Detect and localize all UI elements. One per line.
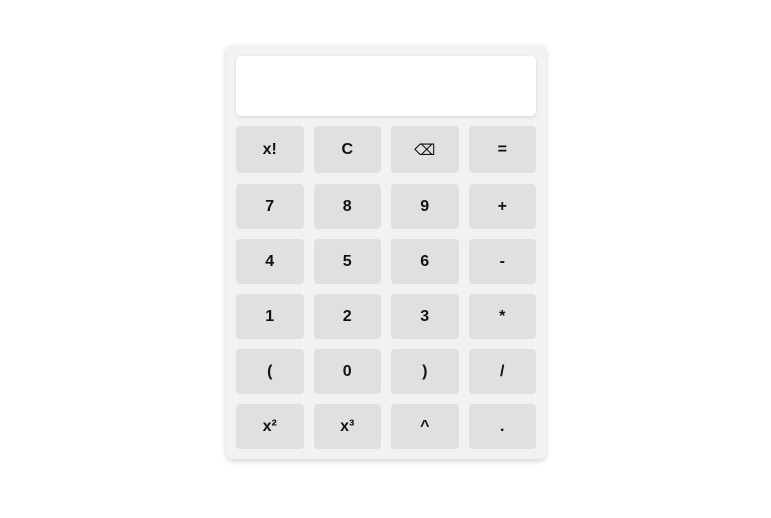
divide-button[interactable]: / (468, 349, 536, 394)
factorial-button[interactable]: x! (236, 126, 304, 173)
digit-2-button[interactable]: 2 (313, 294, 381, 339)
digit-9-button[interactable]: 9 (391, 184, 459, 229)
equals-button[interactable]: = (468, 126, 536, 173)
close-paren-button[interactable]: ) (391, 349, 459, 394)
digit-1-button[interactable]: 1 (236, 294, 304, 339)
plus-button[interactable]: + (468, 184, 536, 229)
calculator: x! C ⌫ = 7 8 9 + 4 5 6 - 1 2 3 * ( 0 ) /… (226, 45, 546, 459)
keypad: x! C ⌫ = 7 8 9 + 4 5 6 - 1 2 3 * ( 0 ) /… (236, 126, 536, 459)
minus-button[interactable]: - (468, 239, 536, 284)
backspace-icon: ⌫ (414, 140, 436, 159)
open-paren-button[interactable]: ( (236, 349, 304, 394)
cube-button[interactable]: x³ (313, 404, 381, 449)
digit-3-button[interactable]: 3 (391, 294, 459, 339)
digit-5-button[interactable]: 5 (313, 239, 381, 284)
decimal-point-button[interactable]: . (468, 404, 536, 449)
square-button[interactable]: x² (236, 404, 304, 449)
digit-4-button[interactable]: 4 (236, 239, 304, 284)
multiply-button[interactable]: * (468, 294, 536, 339)
digit-0-button[interactable]: 0 (313, 349, 381, 394)
clear-button[interactable]: C (313, 126, 381, 173)
digit-7-button[interactable]: 7 (236, 184, 304, 229)
power-button[interactable]: ^ (391, 404, 459, 449)
digit-8-button[interactable]: 8 (313, 184, 381, 229)
calculator-display (236, 56, 536, 116)
backspace-button[interactable]: ⌫ (391, 126, 459, 173)
digit-6-button[interactable]: 6 (391, 239, 459, 284)
